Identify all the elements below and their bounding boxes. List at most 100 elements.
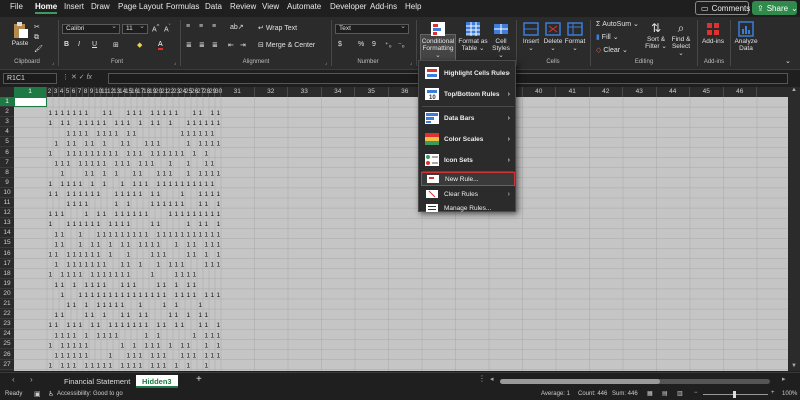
cell-value[interactable]: 1 [205,252,209,259]
font-name-select[interactable]: Calibri [62,23,120,34]
cell-value[interactable]: 1 [67,120,71,127]
cell-value[interactable]: 1 [217,353,221,360]
cell-value[interactable]: 1 [133,231,137,238]
row-header[interactable]: 1 [0,97,14,107]
cell-value[interactable]: 1 [175,282,179,289]
cell-value[interactable]: 1 [73,342,77,349]
cell-value[interactable]: 1 [115,231,119,238]
cell-value[interactable]: 1 [55,110,59,117]
cell-value[interactable]: 1 [127,231,131,238]
cell-value[interactable]: 1 [169,120,173,127]
menu-item-top-bottom-rules[interactable]: 10 Top/Bottom Rules › [421,84,515,104]
clipboard-launcher-icon[interactable]: ⌟ [52,60,54,66]
cell-value[interactable]: 1 [205,292,209,299]
conditional-formatting-button[interactable]: Conditional Formatting ⌄ [419,21,457,59]
cell-value[interactable]: 1 [193,272,197,279]
cell-value[interactable]: 1 [157,110,161,117]
cancel-icon[interactable]: ✕ [71,74,79,81]
cell-value[interactable]: 1 [205,211,209,218]
zoom-in-icon[interactable]: + [771,390,775,396]
cell-value[interactable]: 1 [73,110,77,117]
cell-value[interactable]: 1 [67,161,71,168]
cell-value[interactable]: 1 [187,120,191,127]
cell-value[interactable]: 1 [151,161,155,168]
cell-value[interactable]: 1 [97,241,101,248]
cell-value[interactable]: 1 [97,272,101,279]
tab-insert[interactable]: Insert [64,2,84,11]
cell-value[interactable]: 1 [193,292,197,299]
cell-value[interactable]: 1 [91,221,95,228]
cell-value[interactable]: 1 [169,151,173,158]
cell-value[interactable]: 1 [61,120,65,127]
cell-value[interactable]: 1 [157,231,161,238]
cell-value[interactable]: 1 [55,312,59,319]
cell-value[interactable]: 1 [217,332,221,339]
cell-value[interactable]: 1 [151,342,155,349]
cell-value[interactable]: 1 [157,171,161,178]
cell-value[interactable]: 1 [139,161,143,168]
cell-value[interactable]: 1 [109,363,113,370]
format-painter-icon[interactable]: 🖌 [34,45,43,53]
cell-value[interactable]: 1 [127,191,131,198]
column-header[interactable]: 32 [255,87,288,97]
cell-value[interactable]: 1 [97,332,101,339]
cell-value[interactable]: 1 [97,161,101,168]
row-header[interactable]: 11 [0,198,14,208]
cell-value[interactable]: 1 [151,252,155,259]
cell-value[interactable]: 1 [61,312,65,319]
row-header[interactable]: 12 [0,208,14,219]
cell-value[interactable]: 1 [49,272,53,279]
cell-value[interactable]: 1 [97,322,101,329]
cell-value[interactable]: 1 [67,322,71,329]
row-header[interactable]: 13 [0,218,14,229]
tab-developer[interactable]: Developer [330,2,366,11]
cell-value[interactable]: 1 [103,272,107,279]
cell-value[interactable]: 1 [91,282,95,289]
cell-value[interactable]: 1 [67,262,71,269]
cell-value[interactable]: 1 [181,262,185,269]
cell-value[interactable]: 1 [103,130,107,137]
cell-value[interactable]: 1 [55,231,59,238]
cell-value[interactable]: 1 [199,171,203,178]
cell-value[interactable]: 1 [49,363,53,370]
row-header[interactable]: 7 [0,158,14,168]
scroll-sheets-right-icon[interactable]: › [30,375,33,384]
paste-button[interactable]: Paste [8,21,32,47]
cell-value[interactable]: 1 [115,332,119,339]
cell-value[interactable]: 1 [91,120,95,127]
cell-value[interactable]: 1 [85,201,89,208]
cell-value[interactable]: 1 [157,120,161,127]
cell-value[interactable]: 1 [73,322,77,329]
cell-value[interactable]: 1 [73,130,77,137]
cell-value[interactable]: 1 [103,110,107,117]
cell-value[interactable]: 1 [139,353,143,360]
menu-item-data-bars[interactable]: Data Bars › [421,108,515,128]
cell-value[interactable]: 1 [61,272,65,279]
accessibility-status[interactable]: Accessibility: Good to go [57,391,123,397]
cell-value[interactable]: 1 [205,161,209,168]
cell-value[interactable]: 1 [187,342,191,349]
format-cells-button[interactable]: Format ⌄ [564,21,586,52]
cell-value[interactable]: 1 [157,151,161,158]
cell-value[interactable]: 1 [85,332,89,339]
hscroll-left-icon[interactable]: ◂ [490,375,494,383]
cell-value[interactable]: 1 [61,332,65,339]
currency-icon[interactable]: $ [338,41,342,48]
add-ins-button[interactable]: Add-ins [701,21,725,45]
cell-value[interactable]: 1 [133,110,137,117]
cell-value[interactable]: 1 [91,322,95,329]
cell-value[interactable]: 1 [181,181,185,188]
font-size-select[interactable]: 11 [122,23,148,34]
cell-value[interactable]: 1 [169,231,173,238]
cell-value[interactable]: 1 [79,120,83,127]
cell-value[interactable]: 1 [85,342,89,349]
cell-value[interactable]: 1 [217,292,221,299]
cell-value[interactable]: 1 [67,181,71,188]
cell-value[interactable]: 1 [151,140,155,147]
cell-value[interactable]: 1 [133,181,137,188]
column-header[interactable]: 41 [556,87,590,97]
row-header[interactable]: 15 [0,238,14,249]
cell-value[interactable]: 1 [145,241,149,248]
cell-value[interactable]: 1 [205,191,209,198]
sheet-tab-financial-statement[interactable]: Financial Statement [58,375,136,388]
